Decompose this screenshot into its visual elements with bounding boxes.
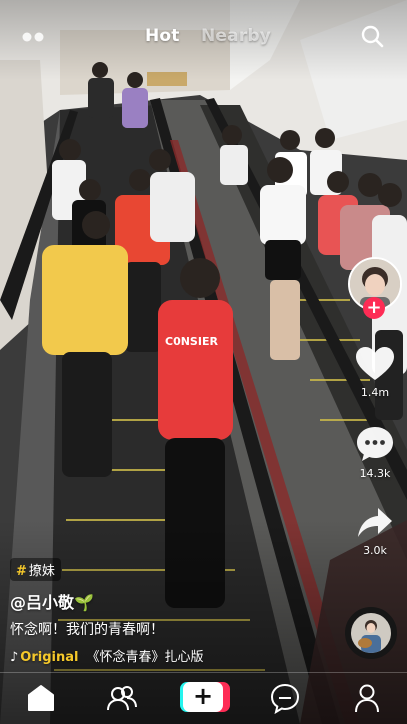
creator-username[interactable]: @吕小敬🌱 — [10, 589, 340, 613]
music-disc[interactable] — [345, 607, 397, 659]
create-button[interactable]: + — [180, 682, 230, 712]
inbox-icon[interactable] — [269, 682, 301, 714]
music-note-icon: ♪ — [10, 650, 19, 665]
share-count: 3.0k — [363, 544, 387, 557]
tab-hot[interactable]: Hot — [145, 26, 180, 46]
search-icon[interactable] — [360, 24, 384, 48]
heart-icon — [356, 347, 394, 380]
hashtag-chip[interactable]: # 撩妹 — [10, 558, 61, 581]
profile-icon[interactable] — [351, 682, 383, 714]
top-bar: Hot Nearby — [0, 0, 407, 72]
music-line[interactable]: ♪ Original 《怀念青春》扎心版 — [10, 646, 340, 665]
comment-icon — [357, 427, 393, 461]
svg-text:C0NSIER: C0NSIER — [165, 335, 218, 348]
home-icon[interactable] — [25, 682, 57, 714]
nav-divider — [0, 672, 407, 673]
comment-count: 14.3k — [359, 467, 391, 480]
hashtag-label: 撩妹 — [28, 564, 55, 579]
tab-nearby[interactable]: Nearby — [201, 26, 271, 46]
like-button[interactable]: 1.4m — [352, 346, 398, 399]
plus-icon: + — [183, 682, 223, 712]
like-count: 1.4m — [360, 386, 390, 399]
music-cover-image — [351, 613, 391, 653]
music-title: 《怀念青春》扎心版 — [86, 650, 204, 665]
video-caption: # 撩妹 @吕小敬🌱 怀念啊！我们的青春啊！ ♪ Original 《怀念青春》扎心版 — [10, 558, 340, 665]
friends-icon[interactable] — [106, 682, 138, 714]
hashtag-icon: # — [16, 564, 27, 579]
music-original-label: Original — [20, 650, 79, 665]
comment-button[interactable]: 14.3k — [352, 425, 398, 480]
dots-icon[interactable] — [22, 31, 48, 43]
share-arrow-icon — [358, 508, 392, 537]
video-description: 怀念啊！我们的青春啊！ — [10, 622, 164, 638]
follow-button[interactable]: + — [363, 297, 385, 319]
share-button[interactable]: 3.0k — [352, 506, 398, 557]
